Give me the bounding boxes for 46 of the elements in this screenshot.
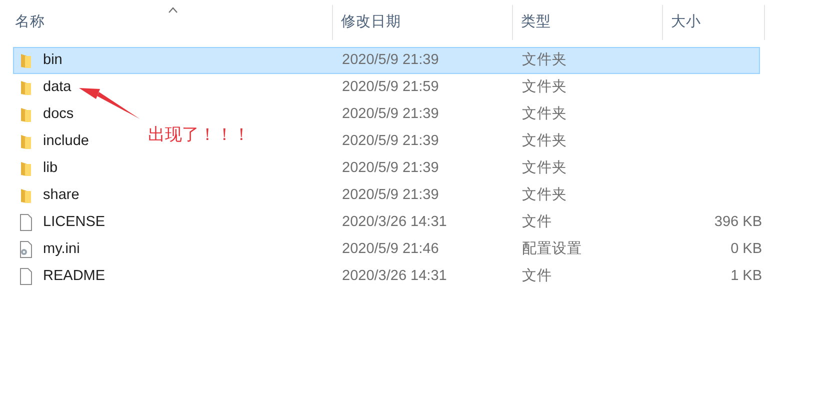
modified-date: 2020/3/26 14:31 bbox=[342, 214, 447, 230]
file-type: 配置设置 bbox=[522, 240, 582, 257]
folder-icon bbox=[19, 80, 33, 96]
modified-date: 2020/5/9 21:39 bbox=[342, 52, 439, 68]
file-type: 文件夹 bbox=[522, 52, 567, 68]
column-header[interactable]: 大小 bbox=[663, 5, 765, 40]
file-type: 文件夹 bbox=[522, 78, 567, 95]
file-size: 396 KB bbox=[714, 214, 762, 230]
file-name: docs bbox=[43, 104, 74, 124]
file-name: bin bbox=[43, 50, 62, 70]
modified-date: 2020/5/9 21:39 bbox=[342, 132, 439, 149]
file-type: 文件夹 bbox=[522, 160, 567, 176]
file-name: data bbox=[43, 78, 72, 97]
file-icon bbox=[19, 268, 33, 285]
file-name: share bbox=[43, 186, 80, 205]
file-type: 文件夹 bbox=[522, 106, 567, 122]
modified-date: 2020/5/9 21:39 bbox=[342, 160, 439, 176]
modified-date: 2020/3/26 14:31 bbox=[342, 268, 447, 284]
column-header[interactable]: 修改日期 bbox=[333, 5, 513, 40]
file-size: 1 KB bbox=[730, 268, 762, 284]
folder-icon bbox=[19, 134, 33, 150]
folder-icon bbox=[19, 160, 33, 176]
annotation-text: 出现了！！！ bbox=[148, 124, 250, 146]
file-name: my.ini bbox=[43, 240, 80, 259]
column-header[interactable]: 名称 bbox=[13, 5, 333, 40]
folder-icon bbox=[19, 52, 33, 68]
file-type: 文件 bbox=[522, 268, 552, 284]
modified-date: 2020/5/9 21:46 bbox=[342, 240, 439, 257]
column-header[interactable]: 类型 bbox=[513, 5, 663, 40]
file-icon bbox=[19, 214, 33, 231]
config-file-icon bbox=[19, 241, 33, 258]
file-type: 文件 bbox=[522, 214, 552, 230]
file-name: LICENSE bbox=[43, 212, 106, 232]
arrow bbox=[79, 88, 140, 119]
file-name: lib bbox=[43, 158, 58, 178]
file-type: 文件夹 bbox=[522, 132, 567, 149]
file-name: include bbox=[43, 132, 89, 151]
file-name: README bbox=[43, 266, 106, 286]
modified-date: 2020/5/9 21:59 bbox=[342, 78, 439, 95]
file-size: 0 KB bbox=[730, 240, 762, 257]
folder-icon bbox=[19, 106, 33, 122]
selected-row[interactable]: bin 2020/5/9 21:39 文件夹 bbox=[13, 47, 760, 74]
modified-date: 2020/5/9 21:39 bbox=[342, 186, 439, 203]
file-type: 文件夹 bbox=[522, 186, 567, 203]
folder-icon bbox=[19, 188, 33, 204]
modified-date: 2020/5/9 21:39 bbox=[342, 106, 439, 122]
